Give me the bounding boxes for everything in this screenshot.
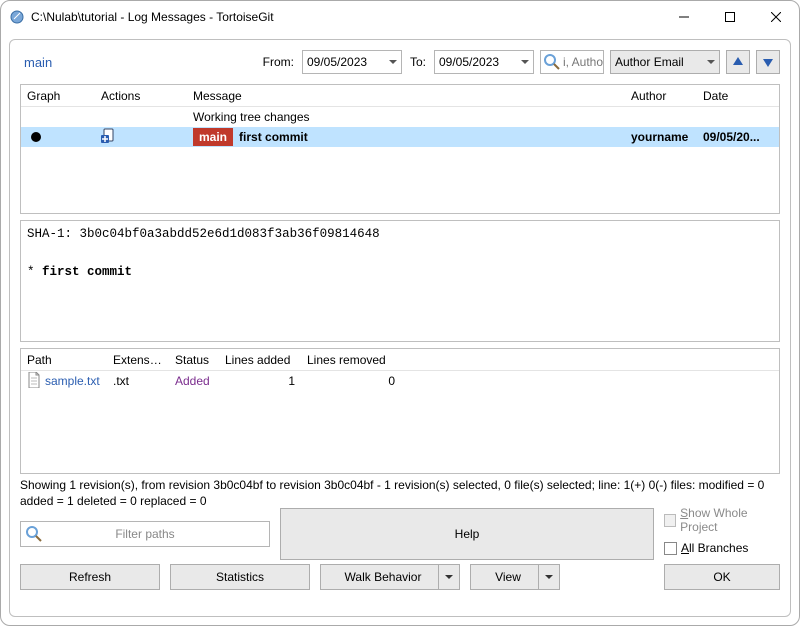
show-whole-project-checkbox: Show Whole Project: [664, 506, 780, 534]
all-branches-checkbox[interactable]: All Branches: [664, 541, 780, 555]
from-date-input[interactable]: 09/05/2023: [302, 50, 402, 74]
file-status: Added: [169, 374, 219, 388]
search-input[interactable]: i, Author, Aut: [540, 50, 604, 74]
commit-header-row: Graph Actions Message Author Date: [21, 85, 779, 107]
file-lines-added: 1: [219, 374, 301, 388]
author-filter-combo[interactable]: Author Email: [610, 50, 720, 74]
ok-button[interactable]: OK: [664, 564, 780, 590]
all-branches-label: All Branches: [681, 541, 748, 555]
view-button[interactable]: View: [470, 564, 560, 590]
chevron-down-icon: [445, 575, 453, 579]
dialog-body: main From: 09/05/2023 To: 09/05/2023 i, …: [9, 39, 791, 617]
filter-paths-input[interactable]: Filter paths: [20, 521, 270, 547]
from-label: From:: [261, 55, 296, 69]
titlebar: C:\Nulab\tutorial - Log Messages - Torto…: [1, 1, 799, 33]
col-extension[interactable]: Extension: [107, 353, 169, 367]
file-icon: [27, 372, 41, 391]
chevron-down-icon: [545, 575, 553, 579]
graph-node-icon: [31, 132, 41, 142]
commit-list[interactable]: Graph Actions Message Author Date Workin…: [20, 84, 780, 214]
sha-value: 3b0c04bf0a3abdd52e6d1d083f3ab36f09814648: [80, 227, 380, 241]
walk-behavior-button[interactable]: Walk Behavior: [320, 564, 460, 590]
checkbox-icon: [664, 542, 677, 555]
branch-link[interactable]: main: [20, 53, 56, 72]
file-ext: .txt: [107, 374, 169, 388]
filter-paths-placeholder: Filter paths: [115, 527, 174, 541]
status-line: Showing 1 revision(s), from revision 3b0…: [20, 474, 780, 508]
to-date-value: 09/05/2023: [439, 55, 499, 69]
author-filter-value: Author Email: [615, 55, 684, 69]
from-date-value: 09/05/2023: [307, 55, 367, 69]
col-path[interactable]: Path: [21, 353, 107, 367]
action-add-icon: [101, 128, 117, 147]
commit-detail[interactable]: SHA-1: 3b0c04bf0a3abdd52e6d1d083f3ab36f0…: [20, 220, 780, 342]
close-button[interactable]: [753, 1, 799, 33]
col-lines-added[interactable]: Lines added: [219, 353, 301, 367]
file-header-row: Path Extension Status Lines added Lines …: [21, 349, 779, 371]
search-icon: [25, 525, 43, 546]
statistics-button[interactable]: Statistics: [170, 564, 310, 590]
detail-body: first commit: [42, 265, 132, 279]
chevron-down-icon: [521, 60, 529, 64]
filter-row: main From: 09/05/2023 To: 09/05/2023 i, …: [20, 50, 780, 74]
app-icon: [9, 9, 25, 25]
sha-label: SHA-1:: [27, 227, 72, 241]
commit-author: yourname: [625, 130, 697, 144]
maximize-button[interactable]: [707, 1, 753, 33]
file-list[interactable]: Path Extension Status Lines added Lines …: [20, 348, 780, 474]
show-whole-project-label: Show Whole Project: [680, 506, 780, 534]
help-button[interactable]: Help: [280, 508, 654, 560]
commit-row[interactable]: main first commit yourname 09/05/20...: [21, 127, 779, 147]
col-lines-removed[interactable]: Lines removed: [301, 353, 401, 367]
detail-body-prefix: *: [27, 265, 42, 279]
scroll-down-button[interactable]: [756, 50, 780, 74]
col-actions[interactable]: Actions: [95, 89, 187, 103]
checkbox-icon: [664, 514, 676, 527]
col-status[interactable]: Status: [169, 353, 219, 367]
file-path: sample.txt: [45, 374, 100, 388]
window-title: C:\Nulab\tutorial - Log Messages - Torto…: [31, 10, 661, 24]
to-date-input[interactable]: 09/05/2023: [434, 50, 534, 74]
working-tree-label: Working tree changes: [187, 110, 625, 124]
commit-message: first commit: [239, 130, 308, 144]
search-placeholder: i, Author, Aut: [563, 55, 604, 69]
file-row[interactable]: sample.txt .txt Added 1 0: [21, 371, 779, 391]
file-lines-removed: 0: [301, 374, 401, 388]
minimize-button[interactable]: [661, 1, 707, 33]
col-date[interactable]: Date: [697, 89, 779, 103]
search-icon: [543, 53, 561, 74]
branch-tag: main: [193, 128, 233, 146]
col-graph[interactable]: Graph: [21, 89, 95, 103]
col-author[interactable]: Author: [625, 89, 697, 103]
chevron-down-icon: [389, 60, 397, 64]
to-label: To:: [408, 55, 428, 69]
refresh-button[interactable]: Refresh: [20, 564, 160, 590]
scroll-up-button[interactable]: [726, 50, 750, 74]
chevron-down-icon: [707, 60, 715, 64]
commit-date: 09/05/20...: [697, 130, 779, 144]
bottom-controls: Show Whole Project Filter paths Help All…: [20, 508, 780, 590]
working-tree-row[interactable]: Working tree changes: [21, 107, 779, 127]
col-message[interactable]: Message: [187, 89, 625, 103]
